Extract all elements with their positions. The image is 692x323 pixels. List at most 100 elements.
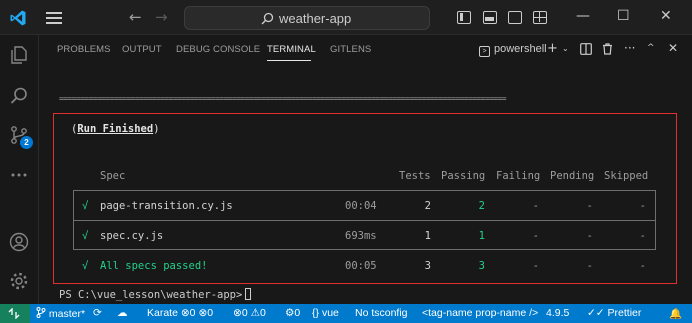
- tsconfig-indicator[interactable]: No tsconfig: [355, 307, 408, 319]
- karate-status[interactable]: Karate ⊗0 ⊗0: [147, 307, 213, 319]
- terminal-selector[interactable]: > powershell: [479, 43, 547, 57]
- prompt-text: PS C:\vue_lesson\weather-app>: [59, 289, 243, 301]
- terminal-cursor: [245, 288, 252, 300]
- tab-terminal[interactable]: TERMINAL: [267, 44, 316, 55]
- karate-label: Karate: [147, 307, 178, 319]
- more-actions-icon[interactable]: ···: [624, 41, 635, 55]
- prettier-indicator[interactable]: ✓✓ Prettier: [587, 307, 641, 319]
- row-1-check: √: [82, 200, 89, 212]
- toggle-secondary-sidebar-icon[interactable]: [508, 11, 522, 24]
- account-icon[interactable]: [9, 232, 29, 252]
- row-1-skipped: -: [639, 200, 646, 212]
- summary-passing: 3: [478, 260, 485, 272]
- trash-icon[interactable]: [602, 43, 613, 55]
- summary-check: √: [82, 260, 89, 272]
- more-views-icon[interactable]: [9, 165, 29, 185]
- split-terminal-icon[interactable]: [580, 43, 592, 55]
- prettier-label: Prettier: [607, 307, 642, 319]
- summary-label: All specs passed!: [100, 260, 208, 272]
- row-1-passing: 2: [478, 200, 485, 212]
- row-2-time: 693ms: [345, 230, 377, 242]
- warning-circle-icon: ⊗: [198, 307, 208, 319]
- status-bar: master* ⟳ ☁ Karate ⊗0 ⊗0 ⊗0 ⚠0 ⚙0 {} vue…: [0, 304, 692, 323]
- summary-failing: -: [532, 260, 539, 272]
- col-tests: Tests: [399, 170, 431, 182]
- source-control-badge: 2: [20, 136, 33, 149]
- paren-close: ): [153, 123, 160, 135]
- spec-table-divider: [73, 220, 656, 221]
- vue-language-indicator[interactable]: {} vue: [312, 307, 339, 319]
- command-center-search[interactable]: weather-app: [184, 6, 430, 30]
- notifications-bell-icon[interactable]: 🔔: [669, 307, 682, 320]
- new-terminal-icon[interactable]: +: [547, 41, 558, 56]
- branch-indicator[interactable]: master*: [36, 307, 85, 320]
- search-view-icon[interactable]: [9, 86, 29, 106]
- problems-error-icon: ⊗: [233, 307, 242, 319]
- tab-debug-console[interactable]: DEBUG CONSOLE: [176, 44, 260, 55]
- panel-tabs: PROBLEMS OUTPUT DEBUG CONSOLE TERMINAL G…: [39, 35, 692, 65]
- summary-pending: -: [586, 260, 593, 272]
- customize-layout-icon[interactable]: [533, 11, 547, 24]
- active-tab-indicator: [267, 60, 311, 61]
- search-icon: [261, 12, 274, 25]
- remote-indicator[interactable]: [0, 304, 30, 323]
- activity-bar: 2: [0, 35, 38, 304]
- double-check-icon: ✓✓: [587, 307, 605, 319]
- problems-indicator[interactable]: ⊗0 ⚠0: [233, 307, 266, 319]
- summary-time: 00:05: [345, 260, 377, 272]
- toggle-primary-sidebar-icon[interactable]: [457, 11, 471, 24]
- tab-gitlens[interactable]: GITLENS: [330, 44, 371, 55]
- error-count-a: 0: [189, 307, 196, 319]
- remote-icon: [8, 308, 20, 319]
- problems-warnings: 0: [260, 307, 266, 319]
- tab-output[interactable]: OUTPUT: [122, 44, 162, 55]
- chevron-down-icon[interactable]: ⌄: [562, 44, 569, 53]
- warning-count-a: 0: [207, 307, 214, 319]
- menu-icon[interactable]: [46, 12, 62, 24]
- summary-skipped: -: [639, 260, 646, 272]
- maximize-button[interactable]: ☐: [617, 8, 630, 24]
- forward-arrow-icon[interactable]: →: [155, 10, 168, 25]
- row-2-skipped: -: [639, 230, 646, 242]
- col-skipped: Skipped: [604, 170, 649, 182]
- toggle-panel-icon[interactable]: [483, 11, 497, 24]
- run-finished-label: Run Finished: [77, 123, 154, 135]
- maximize-panel-icon[interactable]: ^: [647, 43, 655, 53]
- sync-icon[interactable]: ⟳: [93, 307, 102, 319]
- ports-indicator[interactable]: ⚙0: [285, 307, 300, 319]
- terminal-icon: >: [479, 46, 490, 57]
- terminal-shell-label: powershell: [494, 43, 547, 55]
- vscode-logo-icon: [10, 10, 26, 26]
- row-1-time: 00:04: [345, 200, 377, 212]
- row-1-pending: -: [586, 200, 593, 212]
- ports-count: 0: [294, 307, 301, 319]
- manage-gear-icon[interactable]: [9, 271, 29, 291]
- close-panel-icon[interactable]: ✕: [668, 41, 678, 55]
- braces-icon: {}: [312, 307, 320, 319]
- vue-label: vue: [321, 307, 339, 319]
- row-2-tests: 1: [424, 230, 431, 242]
- cloud-icon[interactable]: ☁: [117, 307, 128, 319]
- close-window-button[interactable]: ✕: [660, 8, 672, 24]
- search-text: weather-app: [279, 11, 352, 26]
- tag-name-casing[interactable]: <tag-name prop-name />: [422, 307, 538, 319]
- ts-version[interactable]: 4.9.5: [546, 307, 569, 319]
- row-2-check: √: [82, 230, 89, 242]
- tab-problems[interactable]: PROBLEMS: [57, 44, 111, 55]
- explorer-icon[interactable]: [9, 45, 29, 65]
- problems-warning-icon: ⚠: [250, 307, 260, 319]
- row-2-spec: spec.cy.js: [100, 230, 164, 242]
- minimize-button[interactable]: —: [576, 8, 590, 24]
- terminal-prompt[interactable]: PS C:\vue_lesson\weather-app>: [59, 288, 252, 301]
- back-arrow-icon[interactable]: ←: [129, 10, 142, 25]
- col-spec: Spec: [100, 170, 126, 182]
- col-passing: Passing: [441, 170, 486, 182]
- branch-label: master*: [48, 308, 86, 320]
- row-2-failing: -: [532, 230, 539, 242]
- summary-tests: 3: [424, 260, 431, 272]
- col-pending: Pending: [550, 170, 595, 182]
- separator-rule: ========================================…: [59, 95, 507, 103]
- branch-icon: [36, 307, 46, 318]
- title-bar: ← → weather-app — ☐ ✕: [0, 0, 692, 35]
- ports-icon: ⚙: [285, 307, 295, 319]
